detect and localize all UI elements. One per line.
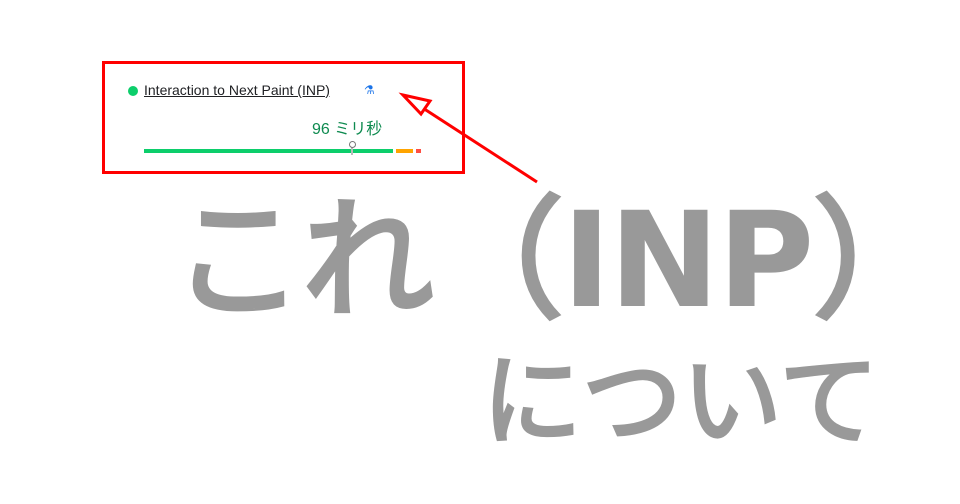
heading-line1: これ（INP） <box>172 184 944 338</box>
heading-line2: について <box>482 343 879 460</box>
